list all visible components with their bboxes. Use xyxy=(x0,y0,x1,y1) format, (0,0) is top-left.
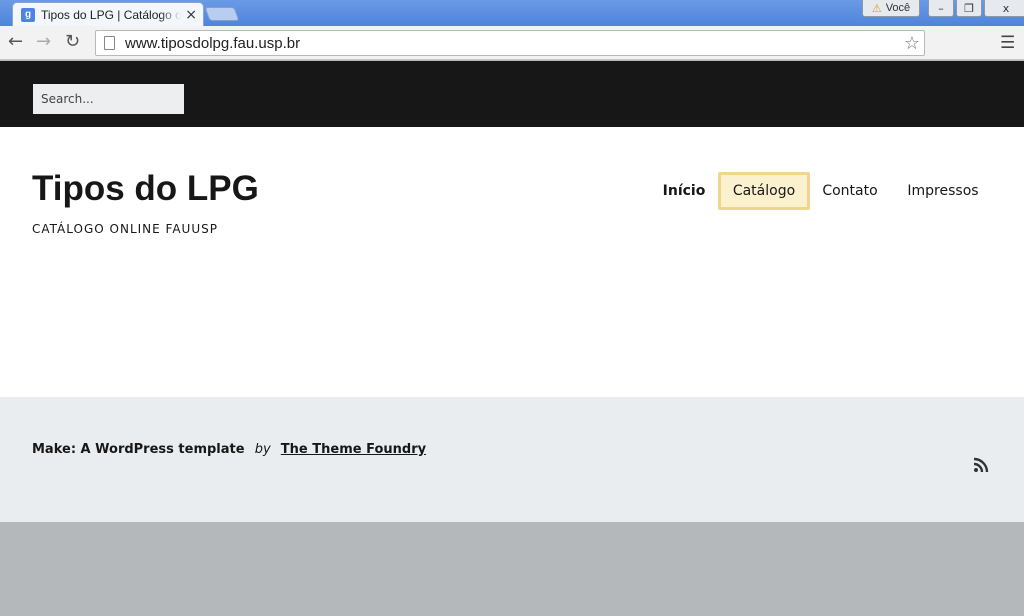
nav-item-impressos[interactable]: Impressos xyxy=(900,172,986,210)
minimize-button[interactable]: – xyxy=(928,0,954,17)
new-tab-button[interactable] xyxy=(204,7,240,21)
site-topbar xyxy=(0,61,1024,127)
theme-name: Make: A WordPress template xyxy=(32,442,245,457)
site-footer: Make: A WordPress template by The Theme … xyxy=(0,397,1024,522)
page-background xyxy=(0,522,1024,616)
page-icon xyxy=(104,36,115,50)
bookmark-star-icon[interactable]: ☆ xyxy=(904,33,920,54)
site-header: Tipos do LPG CATÁLOGO ONLINE FAUUSP Iníc… xyxy=(0,127,1024,397)
tab-title: Tipos do LPG | Catálogo o xyxy=(41,7,182,22)
window-controls: – ❐ x xyxy=(928,0,1024,17)
back-arrow-icon[interactable]: ← xyxy=(8,32,23,52)
nav-item-catalogo[interactable]: Catálogo xyxy=(718,172,810,210)
address-url[interactable]: www.tiposdolpg.fau.usp.br xyxy=(125,35,904,52)
rss-icon[interactable] xyxy=(973,457,989,473)
footer-credit: Make: A WordPress template by The Theme … xyxy=(32,442,426,457)
google-favicon-icon: g xyxy=(21,7,35,22)
web-page: Tipos do LPG CATÁLOGO ONLINE FAUUSP Iníc… xyxy=(0,61,1024,616)
warning-icon: ⚠ xyxy=(871,2,882,15)
browser-menu-icon[interactable]: ☰ xyxy=(1000,33,1015,53)
tab-close-icon[interactable]: × xyxy=(185,7,197,23)
profile-label: Você xyxy=(885,2,911,14)
theme-foundry-link[interactable]: The Theme Foundry xyxy=(281,442,426,457)
reload-icon[interactable]: ↻ xyxy=(65,32,80,52)
main-navigation: Início Catálogo Contato Impressos xyxy=(0,172,1024,210)
browser-tab[interactable]: g Tipos do LPG | Catálogo o × xyxy=(12,2,204,26)
browser-toolbar: ← → ↻ www.tiposdolpg.fau.usp.br ☆ ☰ xyxy=(0,26,1024,60)
forward-arrow-icon[interactable]: → xyxy=(36,32,51,52)
site-description: CATÁLOGO ONLINE FAUUSP xyxy=(32,222,218,236)
nav-item-inicio[interactable]: Início xyxy=(656,172,712,210)
search-input[interactable] xyxy=(33,84,184,114)
nav-item-contato[interactable]: Contato xyxy=(818,172,882,210)
close-window-button[interactable]: x xyxy=(984,0,1024,17)
browser-titlebar: g Tipos do LPG | Catálogo o × ⚠ Você – ❐… xyxy=(0,0,1024,26)
address-bar[interactable]: www.tiposdolpg.fau.usp.br ☆ xyxy=(95,30,925,56)
restore-button[interactable]: ❐ xyxy=(956,0,982,17)
credit-by: by xyxy=(254,442,271,457)
profile-button[interactable]: ⚠ Você xyxy=(862,0,920,17)
